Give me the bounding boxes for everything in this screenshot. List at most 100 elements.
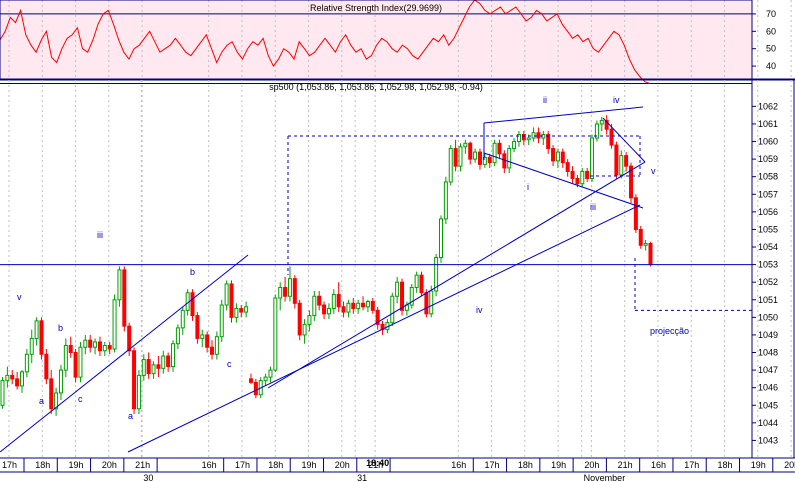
rsi-title: Relative Strength Index(29.9699) — [310, 3, 442, 13]
price-tick-label-16: 1046 — [758, 383, 778, 393]
chart-canvas: Relative Strength Index(29.9699) 70 60 50 4… — [0, 0, 795, 482]
price-tick-label-19: 1043 — [758, 435, 778, 445]
candle-104 — [507, 148, 512, 169]
time-tick-label-15: 20h — [584, 460, 599, 470]
price-tick-label-3: 1059 — [758, 154, 778, 164]
candle-94 — [458, 146, 463, 167]
price-tick-label-13: 1049 — [758, 330, 778, 340]
candle-12 — [58, 369, 63, 394]
price-tick-label-18: 1044 — [758, 418, 778, 428]
trend-line-long — [127, 204, 641, 453]
time-tick-label-8: 19h — [302, 460, 317, 470]
candle-86 — [419, 274, 424, 294]
candle-114 — [555, 151, 560, 162]
candle-0 — [0, 380, 5, 406]
candle-131 — [638, 228, 643, 246]
time-tick-label-6: 17h — [235, 460, 250, 470]
wave-lines — [0, 106, 752, 453]
candle-49 — [239, 308, 244, 313]
candle-107 — [521, 134, 526, 141]
time-tick-label-13: 18h — [518, 460, 533, 470]
candle-87 — [424, 292, 429, 315]
candle-34 — [166, 355, 171, 368]
time-tick-label-7: 18h — [268, 460, 283, 470]
candle-133 — [648, 243, 653, 266]
time-tick-label-21: 20h — [784, 460, 795, 470]
candle-128 — [624, 155, 629, 167]
candle-95 — [463, 142, 468, 148]
annotation-i: i — [527, 182, 529, 192]
time-tick-label-16: 21h — [618, 460, 633, 470]
candle-54 — [263, 376, 268, 382]
time-tick-label-19: 18h — [718, 460, 733, 470]
candle-72 — [351, 302, 356, 310]
candle-69 — [336, 293, 341, 308]
candle-101 — [492, 142, 497, 164]
candle-22 — [107, 344, 112, 350]
time-tick-label-1: 18h — [35, 460, 50, 470]
candle-90 — [438, 218, 443, 259]
candle-33 — [161, 355, 166, 369]
rsi-axis: 70 60 50 40 — [752, 9, 776, 71]
candle-10 — [49, 378, 54, 410]
price-tick-label-12: 1050 — [758, 312, 778, 322]
candle-45 — [219, 304, 224, 338]
candle-9 — [44, 353, 49, 380]
time-tick-label-14: 19h — [551, 460, 566, 470]
candle-3 — [15, 378, 20, 387]
candle-116 — [565, 162, 570, 172]
candle-65 — [317, 295, 322, 306]
annotation-b-lower: b — [58, 323, 63, 333]
candle-63 — [307, 315, 312, 325]
candle-39 — [190, 292, 195, 317]
candle-41 — [200, 334, 205, 339]
candle-24 — [117, 269, 122, 301]
candle-80 — [390, 295, 395, 324]
time-tick-label-12: 17h — [485, 460, 500, 470]
candle-126 — [614, 144, 619, 176]
candle-51 — [248, 378, 253, 383]
candle-61 — [297, 302, 302, 336]
price-tick-label-1: 1061 — [758, 119, 778, 129]
price-grid — [8, 80, 792, 458]
candle-110 — [536, 132, 541, 139]
candle-82 — [400, 281, 405, 311]
candle-1 — [5, 374, 10, 382]
candle-37 — [180, 309, 185, 329]
annotation-projection: projecção — [650, 326, 689, 336]
price-tick-label-9: 1053 — [758, 260, 778, 270]
candle-27 — [132, 350, 137, 410]
candle-57 — [278, 286, 283, 299]
candle-5 — [24, 353, 29, 373]
candle-47 — [229, 283, 234, 318]
candle-43 — [210, 346, 215, 355]
rsi-tick-label-3: 40 — [766, 61, 776, 71]
date-label-1: 31 — [357, 473, 367, 482]
time-tick-label-5: 16h — [202, 460, 217, 470]
candle-52 — [253, 381, 258, 396]
candle-132 — [643, 243, 648, 246]
rsi-tick-label-2: 50 — [766, 44, 776, 54]
trend-line-mid — [267, 161, 646, 389]
candle-105 — [512, 141, 517, 150]
candle-109 — [531, 132, 536, 139]
candle-58 — [283, 286, 288, 297]
candle-70 — [341, 306, 346, 313]
candle-48 — [234, 308, 239, 318]
candle-100 — [487, 156, 492, 164]
candle-123 — [599, 119, 604, 125]
candle-29 — [141, 359, 146, 376]
candle-42 — [205, 334, 210, 348]
candle-7 — [34, 320, 39, 339]
annotation-c-first: c — [78, 394, 83, 404]
price-tick-label-0: 1062 — [758, 101, 778, 111]
candle-2 — [10, 374, 15, 380]
annotation-iv-lower: iv — [476, 305, 483, 315]
candle-40 — [195, 315, 200, 339]
price-tick-label-5: 1057 — [758, 189, 778, 199]
time-tick-label-11: 16h — [451, 460, 466, 470]
time-label: 18:40 — [366, 458, 389, 468]
candle-71 — [346, 302, 351, 313]
wave-v-line — [602, 117, 646, 163]
candle-127 — [619, 155, 624, 176]
